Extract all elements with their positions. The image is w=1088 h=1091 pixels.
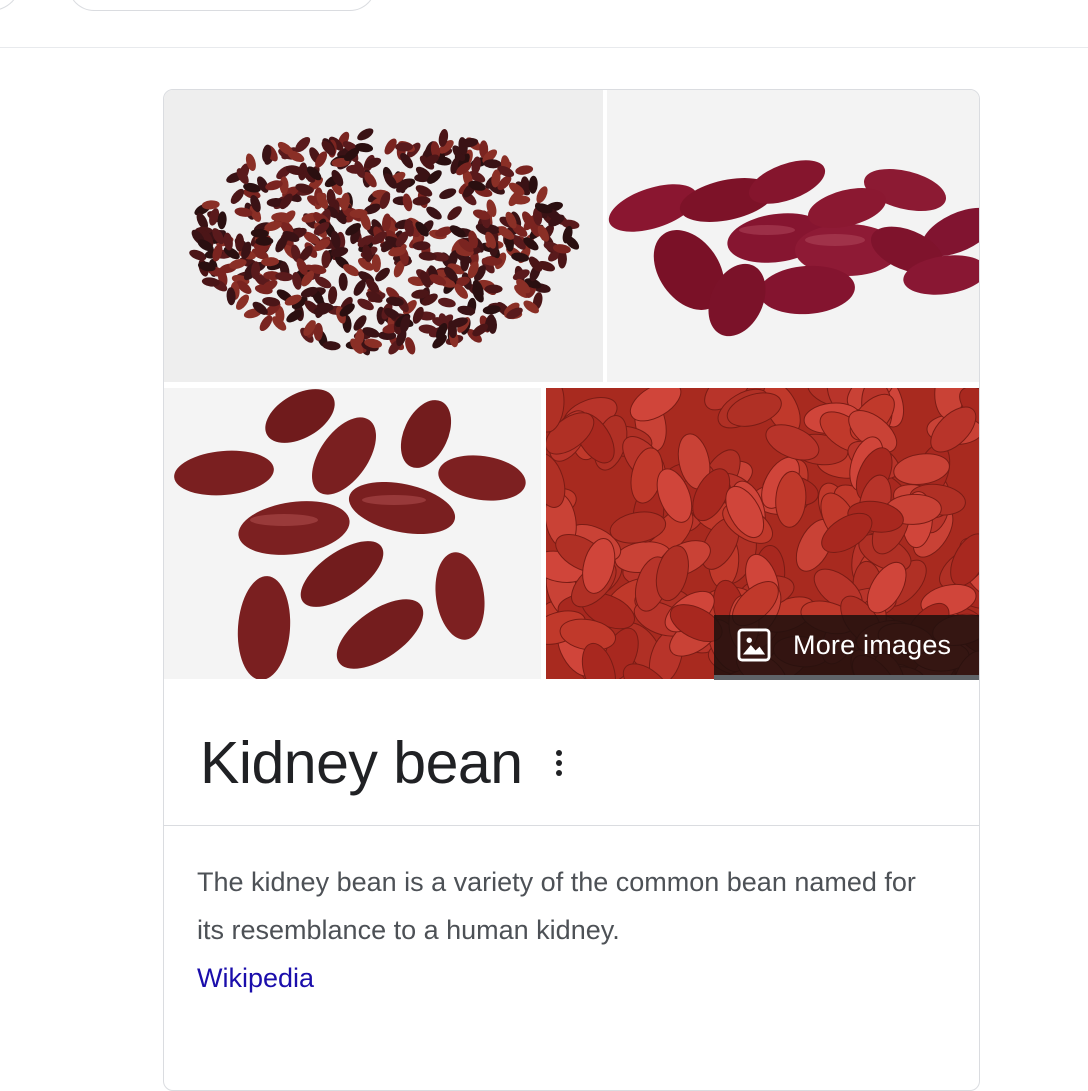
entity-title: Kidney bean — [200, 730, 523, 796]
entity-description: The kidney bean is a variety of the comm… — [197, 867, 916, 945]
header-divider — [0, 47, 1088, 48]
image-icon — [737, 628, 771, 662]
search-chip[interactable] — [68, 0, 376, 11]
knowledge-panel: More images Kidney bean The kidney bean … — [163, 89, 980, 1091]
search-chip-left[interactable] — [0, 0, 21, 11]
more-images-label: More images — [793, 629, 952, 660]
kidney-beans-image-3[interactable] — [164, 388, 541, 679]
kidney-beans-image-2[interactable] — [607, 90, 979, 382]
more-vert-icon[interactable] — [549, 746, 569, 780]
section-divider — [164, 825, 979, 826]
title-row: Kidney bean — [200, 728, 569, 798]
more-images-button[interactable]: More images — [714, 615, 979, 680]
kidney-beans-image-1[interactable] — [164, 90, 603, 382]
wikipedia-link[interactable]: Wikipedia — [197, 954, 314, 1002]
